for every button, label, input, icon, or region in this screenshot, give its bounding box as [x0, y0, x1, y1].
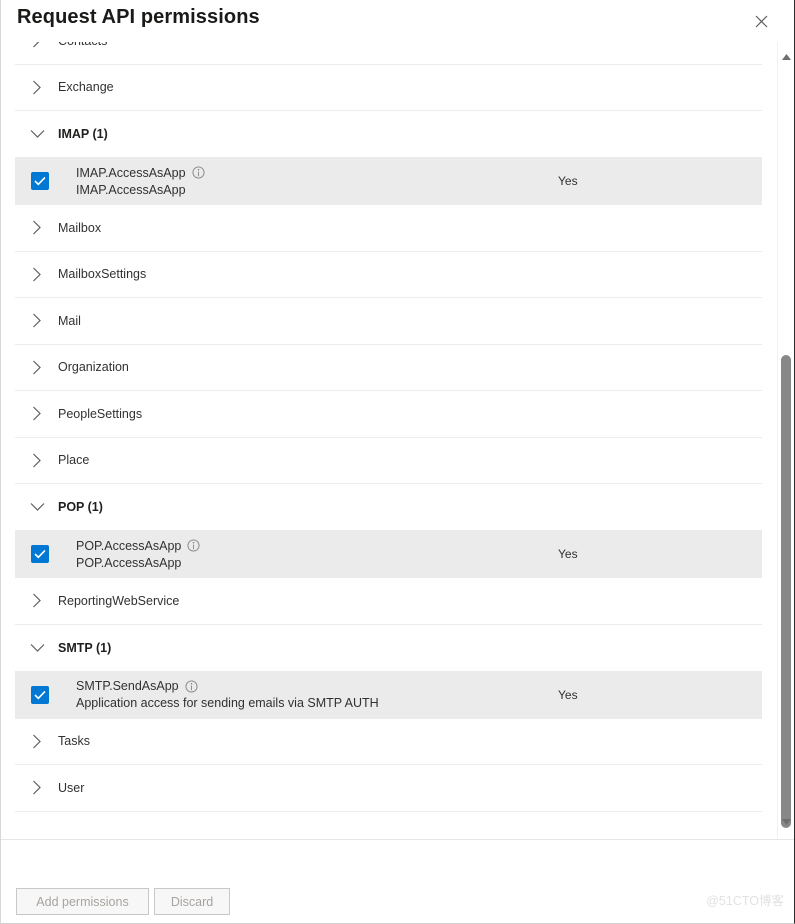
permission-name-line: IMAP.AccessAsApp [76, 166, 205, 180]
permission-description: POP.AccessAsApp [76, 555, 182, 570]
chevron-right-icon [25, 776, 49, 800]
request-api-permissions-panel: Request API permissions Contacts Exchange… [0, 0, 795, 924]
permission-category-label: Place [58, 453, 90, 468]
permission-category-label: User [58, 780, 85, 795]
chevron-right-icon [25, 729, 49, 753]
permissions-list: Contacts Exchange IMAP (1) IMAP.AccessAsApp… [1, 42, 794, 839]
permission-description: IMAP.AccessAsApp [76, 182, 186, 197]
chevron-down-icon [25, 122, 49, 146]
permission-category-label: Organization [58, 360, 129, 375]
watermark: @51CTO博客 [706, 894, 784, 908]
permission-category-row[interactable]: Place [15, 438, 762, 484]
panel-footer: Add permissions Discard [1, 839, 794, 923]
info-icon[interactable] [192, 166, 205, 179]
permission-texts: POP.AccessAsApp POP.AccessAsApp [76, 539, 200, 570]
scroll-up-arrow-icon [781, 47, 791, 65]
permission-category-row[interactable]: MailboxSettings [15, 252, 762, 298]
chevron-right-icon [25, 42, 49, 53]
permission-group-label: IMAP (1) [58, 127, 108, 141]
discard-button[interactable]: Discard [154, 888, 230, 915]
chevron-right-icon [25, 589, 49, 613]
scrollbar-thumb[interactable] [781, 355, 791, 828]
permission-group-label: SMTP (1) [58, 640, 112, 655]
chevron-right-icon [25, 448, 49, 472]
permission-category-label: ReportingWebService [58, 593, 180, 608]
permission-checkbox[interactable] [31, 172, 49, 190]
permission-row[interactable]: POP.AccessAsApp POP.AccessAsApp Yes [15, 530, 762, 578]
permission-name-line: POP.AccessAsApp [76, 539, 200, 553]
panel-header: Request API permissions [1, 0, 794, 42]
info-icon[interactable] [187, 539, 200, 552]
permission-category-row[interactable]: User [15, 765, 762, 812]
permission-category-label: Exchange [58, 80, 114, 95]
chevron-down-icon [25, 636, 49, 660]
permission-texts: IMAP.AccessAsApp IMAP.AccessAsApp [76, 166, 205, 197]
permission-category-label: Tasks [58, 734, 90, 749]
chevron-right-icon [25, 262, 49, 286]
permission-row[interactable]: IMAP.AccessAsApp IMAP.AccessAsApp Yes [15, 157, 762, 205]
permission-category-row[interactable]: ReportingWebService [15, 578, 762, 625]
scroll-down-button[interactable] [778, 813, 794, 829]
permission-checkbox[interactable] [31, 685, 49, 704]
permission-group-header[interactable]: IMAP (1) [15, 111, 762, 157]
checkmark-icon [34, 690, 46, 699]
list-scrollbar[interactable] [777, 42, 793, 839]
permission-category-row[interactable]: Exchange [15, 65, 762, 111]
permission-checkbox[interactable] [31, 545, 49, 563]
add-permissions-button[interactable]: Add permissions [16, 888, 149, 915]
permission-category-label: MailboxSettings [58, 267, 147, 282]
scroll-down-arrow-icon [781, 812, 791, 830]
permission-category-label: Mailbox [58, 220, 102, 235]
checkmark-icon [34, 549, 46, 559]
permission-category-row[interactable]: PeopleSettings [15, 391, 762, 438]
permission-category-row[interactable]: Mailbox [15, 205, 762, 252]
scroll-up-button[interactable] [778, 48, 794, 64]
chevron-right-icon [25, 216, 49, 240]
chevron-right-icon [25, 75, 49, 99]
permission-category-row[interactable]: Tasks [15, 719, 762, 765]
admin-consent-value: Yes [558, 547, 578, 561]
permission-name: SMTP.SendAsApp [76, 679, 179, 693]
page-title: Request API permissions [17, 6, 260, 28]
admin-consent-value: Yes [558, 687, 578, 702]
permission-group-header[interactable]: SMTP (1) [15, 625, 762, 671]
permission-category-label: Mail [58, 313, 81, 328]
close-icon [755, 15, 768, 28]
permission-group-header[interactable]: POP (1) [15, 484, 762, 530]
chevron-down-icon [25, 495, 49, 519]
checkmark-icon [34, 176, 46, 186]
close-button[interactable] [748, 8, 774, 34]
info-icon[interactable] [185, 679, 198, 693]
permission-category-label: PeopleSettings [58, 406, 143, 421]
permission-name-line: SMTP.SendAsApp [76, 679, 379, 693]
permission-category-row[interactable]: Mail [15, 298, 762, 345]
permission-texts: SMTP.SendAsApp Application access for sen… [76, 679, 379, 710]
permissions-list-inner: Contacts Exchange IMAP (1) IMAP.AccessAsApp… [15, 42, 762, 812]
chevron-right-icon [25, 309, 49, 333]
permission-category-row[interactable]: Contacts [15, 42, 762, 65]
chevron-right-icon [25, 355, 49, 379]
chevron-right-icon [25, 402, 49, 426]
permission-name: IMAP.AccessAsApp [76, 165, 186, 180]
admin-consent-value: Yes [558, 174, 578, 188]
permission-description: Application access for sending emails vi… [76, 696, 379, 710]
permission-category-label: Contacts [58, 42, 107, 48]
permission-group-label: POP (1) [58, 500, 103, 514]
permission-row[interactable]: SMTP.SendAsApp Application access for sen… [15, 670, 762, 719]
permission-name: POP.AccessAsApp [76, 538, 182, 553]
permission-category-row[interactable]: Organization [15, 345, 762, 391]
